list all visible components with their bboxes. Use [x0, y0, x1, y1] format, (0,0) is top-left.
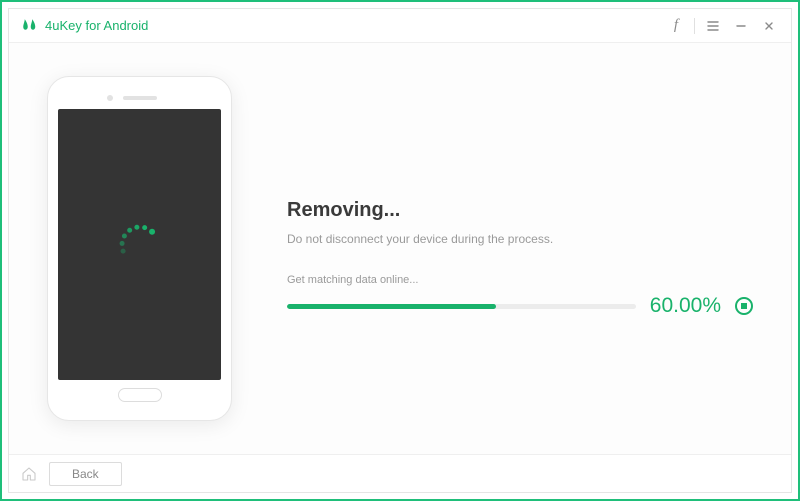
progress-bar-row: 60.00% [287, 294, 753, 318]
stop-button[interactable] [735, 297, 753, 315]
minimize-icon[interactable] [727, 12, 755, 40]
back-button[interactable]: Back [49, 462, 122, 486]
phone-illustration [47, 76, 232, 421]
titlebar: 4uKey for Android f [9, 9, 791, 43]
progress-bar-track [287, 304, 636, 309]
phone-speaker-icon [123, 96, 157, 100]
app-window: 4uKey for Android f [8, 8, 792, 493]
menu-icon[interactable] [699, 12, 727, 40]
phone-home-button-icon [118, 388, 162, 402]
progress-status: Get matching data online... [287, 274, 753, 286]
window-controls: f [662, 12, 783, 40]
spinner-icon [117, 222, 163, 268]
facebook-icon[interactable]: f [662, 12, 690, 40]
progress-percent: 60.00% [650, 294, 721, 318]
app-logo: 4uKey for Android [21, 17, 148, 35]
progress-heading: Removing... [287, 199, 753, 222]
selection-frame: 4uKey for Android f [0, 0, 800, 501]
phone-camera-icon [107, 95, 113, 101]
close-icon[interactable] [755, 12, 783, 40]
progress-warning: Do not disconnect your device during the… [287, 232, 753, 246]
main-content: Removing... Do not disconnect your devic… [9, 43, 791, 454]
progress-panel: Removing... Do not disconnect your devic… [287, 179, 753, 318]
home-icon[interactable] [21, 466, 37, 482]
footer: Back [9, 454, 791, 492]
logo-icon [21, 17, 39, 35]
app-title: 4uKey for Android [45, 18, 148, 33]
divider [694, 18, 695, 34]
phone-screen [58, 109, 221, 380]
progress-bar-fill [287, 304, 496, 309]
